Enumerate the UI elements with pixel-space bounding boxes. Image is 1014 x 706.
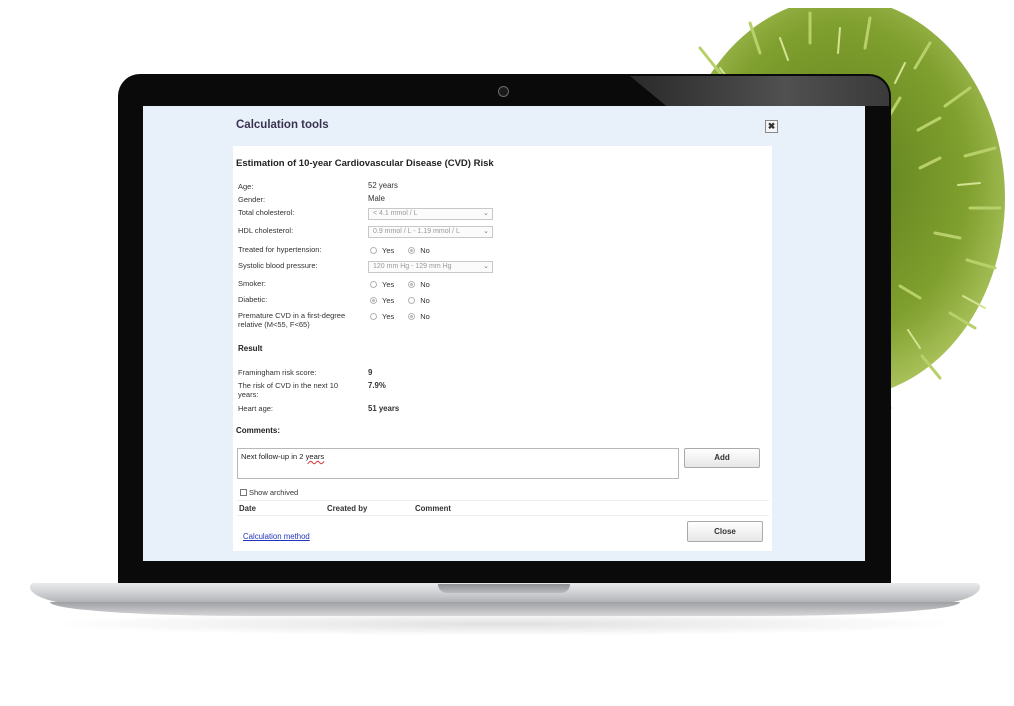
framingham-label: Framingham risk score: bbox=[238, 368, 317, 377]
calculation-method-link[interactable]: Calculation method bbox=[243, 532, 310, 541]
hypertension-no-label: No bbox=[420, 246, 430, 255]
hypertension-yes-radio[interactable] bbox=[370, 247, 377, 254]
laptop-base-edge bbox=[50, 602, 960, 616]
smoker-no-radio[interactable] bbox=[408, 281, 416, 288]
hypertension-radio-group: Yes No bbox=[370, 246, 430, 255]
show-archived-checkbox[interactable] bbox=[240, 489, 247, 496]
hdl-cholesterol-label: HDL cholesterol: bbox=[238, 226, 294, 235]
premature-cvd-label: Premature CVD in a first-degree relative… bbox=[238, 311, 345, 329]
total-cholesterol-selected: < 4.1 mmol / L bbox=[373, 210, 418, 217]
smoker-yes-radio[interactable] bbox=[370, 281, 377, 288]
comments-label: Comments: bbox=[236, 426, 281, 435]
premature-cvd-yes-radio[interactable] bbox=[370, 313, 377, 320]
total-cholesterol-select[interactable]: < 4.1 mmol / L ⌄ bbox=[368, 208, 493, 220]
hypertension-yes-label: Yes bbox=[382, 246, 395, 255]
cvd-risk-value: 7.9% bbox=[368, 381, 386, 390]
premature-cvd-no-label: No bbox=[420, 312, 430, 321]
comment-text: Next follow-up in 2 bbox=[241, 452, 306, 461]
cvd-risk-label: The risk of CVD in the next 10 years: bbox=[238, 381, 338, 399]
gender-label: Gender: bbox=[238, 195, 266, 204]
calculator-heading: Estimation of 10-year Cardiovascular Dis… bbox=[236, 158, 494, 169]
systolic-label: Systolic blood pressure: bbox=[238, 261, 318, 270]
comments-table-header: Date Created by Comment bbox=[237, 500, 769, 516]
chevron-down-icon: ⌄ bbox=[483, 210, 489, 217]
add-comment-button[interactable]: Add bbox=[684, 448, 760, 468]
premature-cvd-yes-label: Yes bbox=[382, 312, 395, 321]
show-archived-label: Show archived bbox=[249, 488, 299, 497]
age-label: Age: bbox=[238, 182, 254, 191]
webcam-icon bbox=[498, 86, 509, 97]
chevron-down-icon: ⌄ bbox=[483, 228, 489, 235]
column-created-by: Created by bbox=[327, 504, 368, 513]
laptop-lid-reflection bbox=[630, 76, 889, 106]
total-cholesterol-label: Total cholesterol: bbox=[238, 208, 295, 217]
close-icon[interactable]: ✖ bbox=[765, 120, 778, 133]
systolic-select[interactable]: 120 mm Hg - 129 mm Hg ⌄ bbox=[368, 261, 493, 273]
comment-textarea[interactable]: Next follow-up in 2 years bbox=[237, 448, 679, 479]
comment-text-misspelled: years bbox=[305, 452, 325, 461]
premature-cvd-radio-group: Yes No bbox=[370, 312, 430, 321]
diabetic-label: Diabetic: bbox=[238, 295, 268, 304]
cvd-risk-label-line1: The risk of CVD in the next 10 bbox=[238, 381, 339, 390]
smoker-radio-group: Yes No bbox=[370, 280, 430, 289]
result-heading: Result bbox=[238, 344, 263, 353]
diabetic-no-label: No bbox=[420, 296, 430, 305]
gender-value: Male bbox=[368, 194, 385, 203]
modal-title: Calculation tools bbox=[236, 119, 329, 131]
diabetic-yes-label: Yes bbox=[382, 296, 395, 305]
smoker-yes-label: Yes bbox=[382, 280, 395, 289]
systolic-selected: 120 mm Hg - 129 mm Hg bbox=[373, 263, 452, 270]
diabetic-yes-radio[interactable] bbox=[370, 297, 377, 304]
smoker-no-label: No bbox=[420, 280, 430, 289]
laptop-hinge-notch bbox=[438, 584, 570, 593]
age-value: 52 years bbox=[368, 181, 398, 190]
hypertension-no-radio[interactable] bbox=[408, 247, 416, 254]
diabetic-radio-group: Yes No bbox=[370, 296, 430, 305]
show-archived-toggle[interactable]: Show archived bbox=[240, 488, 298, 497]
calculator-panel: Estimation of 10-year Cardiovascular Dis… bbox=[233, 146, 772, 551]
column-comment: Comment bbox=[415, 504, 451, 513]
hdl-cholesterol-select[interactable]: 0.9 mmol / L - 1.19 mmol / L ⌄ bbox=[368, 226, 493, 238]
hypertension-label: Treated for hypertension: bbox=[238, 245, 322, 254]
hdl-cholesterol-selected: 0.9 mmol / L - 1.19 mmol / L bbox=[373, 228, 460, 235]
cvd-risk-label-line2: years: bbox=[238, 390, 259, 399]
heart-age-label: Heart age: bbox=[238, 404, 274, 413]
smoker-label: Smoker: bbox=[238, 279, 266, 288]
close-button[interactable]: Close bbox=[687, 521, 763, 542]
column-date: Date bbox=[239, 504, 256, 513]
chevron-down-icon: ⌄ bbox=[483, 263, 489, 270]
premature-cvd-label-line1: Premature CVD in a first-degree bbox=[238, 311, 346, 320]
laptop-screen: Calculation tools ✖ Estimation of 10-yea… bbox=[143, 106, 865, 561]
heart-age-value: 51 years bbox=[368, 404, 400, 413]
framingham-value: 9 bbox=[368, 368, 373, 377]
premature-cvd-label-line2: relative (M<55, F<65) bbox=[238, 320, 310, 329]
diabetic-no-radio[interactable] bbox=[408, 297, 416, 304]
premature-cvd-no-radio[interactable] bbox=[408, 313, 416, 320]
